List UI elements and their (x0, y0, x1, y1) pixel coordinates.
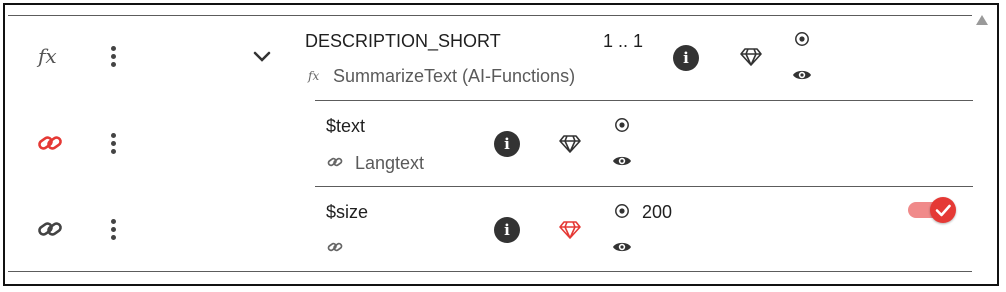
eye-icon[interactable] (612, 240, 632, 254)
radio-icon[interactable] (614, 203, 630, 219)
link-small-icon (327, 242, 343, 252)
parameter-name: $size (326, 202, 369, 222)
eye-icon[interactable] (612, 154, 632, 168)
radio-icon[interactable] (794, 31, 810, 47)
link-label: Langtext (355, 153, 425, 173)
function-label: SummarizeText (AI-Functions) (333, 66, 576, 86)
link-small-icon (327, 157, 343, 167)
toggle-switch[interactable] (930, 197, 956, 223)
check-icon (935, 204, 951, 217)
divider-top (8, 15, 972, 16)
scroll-up-arrow-icon[interactable] (976, 15, 988, 25)
more-vert-icon[interactable] (111, 133, 117, 155)
info-icon[interactable]: i (673, 45, 699, 71)
function-name: DESCRIPTION_SHORT (305, 31, 501, 51)
link-icon (38, 136, 62, 150)
divider-row-1 (315, 100, 973, 101)
info-icon[interactable]: i (494, 217, 520, 243)
parameter-name: $text (326, 116, 366, 136)
radio-icon[interactable] (614, 117, 630, 133)
fx-icon: fx (38, 44, 57, 68)
info-icon[interactable]: i (494, 131, 520, 157)
size-value: 200 (642, 202, 673, 222)
more-vert-icon[interactable] (111, 219, 117, 241)
fx-small-icon: fx (308, 69, 320, 83)
divider-row-2 (315, 186, 973, 187)
divider-bottom (8, 271, 972, 272)
diamond-icon[interactable] (558, 220, 582, 240)
more-vert-icon[interactable] (111, 46, 117, 68)
diamond-icon[interactable] (739, 47, 763, 67)
eye-icon[interactable] (792, 68, 812, 82)
chevron-down-icon[interactable] (252, 50, 272, 64)
multiplicity-label: 1 .. 1 (603, 31, 644, 51)
link-icon (38, 222, 62, 236)
diamond-icon[interactable] (558, 134, 582, 154)
